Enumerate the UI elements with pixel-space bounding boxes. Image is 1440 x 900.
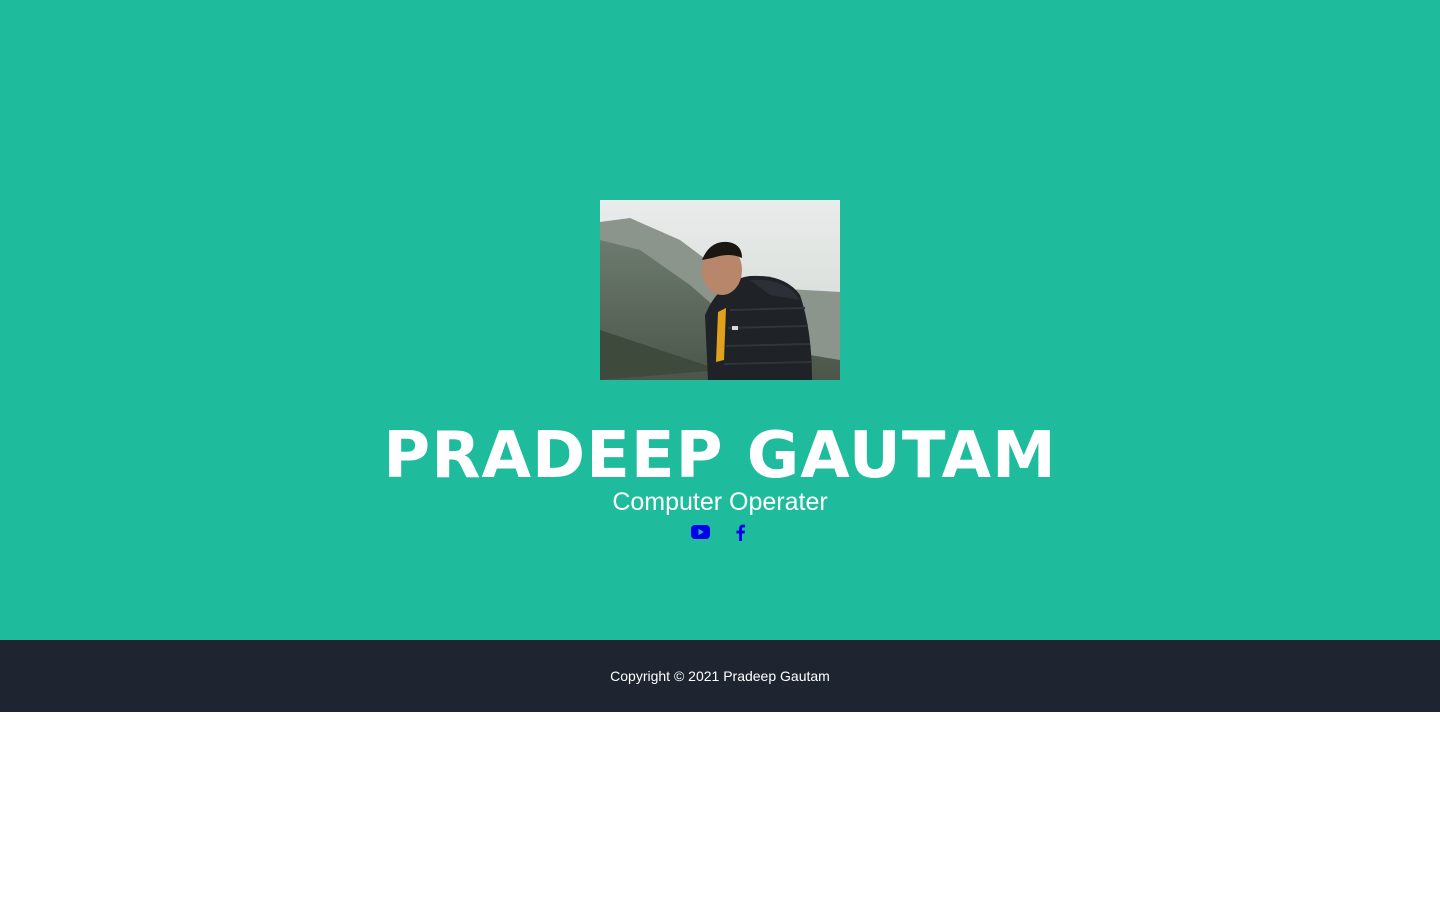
social-links — [0, 521, 1440, 543]
youtube-icon — [690, 525, 710, 539]
profile-name: PRADEEP GAUTAM — [383, 419, 1057, 493]
facebook-icon — [736, 524, 745, 541]
hero-section: PRADEEP GAUTAM Computer Operater — [0, 0, 1440, 640]
copyright-text: Copyright © 2021 Pradeep Gautam — [610, 668, 830, 684]
youtube-link[interactable] — [689, 521, 711, 543]
footer: Copyright © 2021 Pradeep Gautam — [0, 640, 1440, 712]
profile-title: Computer Operater — [612, 488, 828, 516]
profile-photo — [600, 200, 840, 380]
facebook-link[interactable] — [729, 521, 751, 543]
